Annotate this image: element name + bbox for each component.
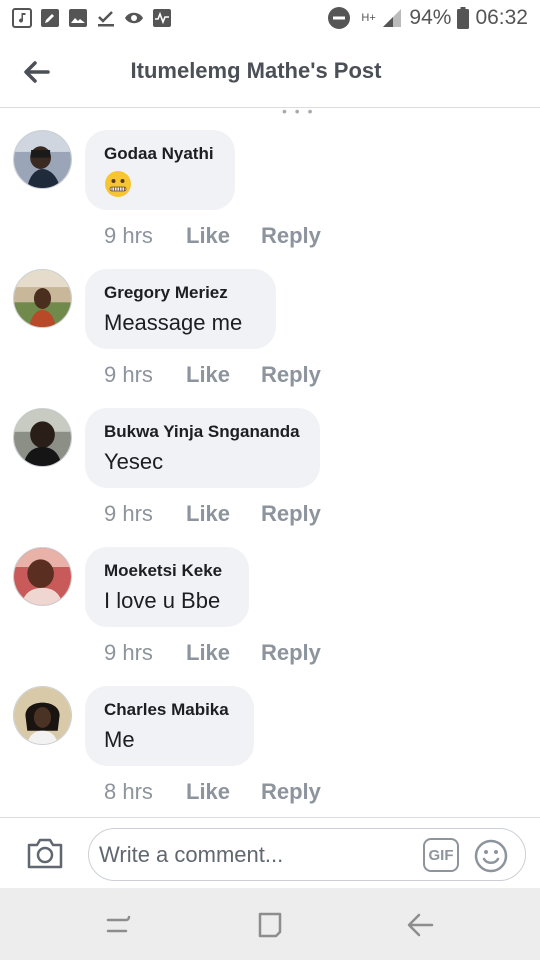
comment-bubble[interactable]: Moeketsi Keke I love u Bbe [85, 547, 249, 627]
avatar[interactable] [13, 130, 72, 189]
avatar-photo [14, 270, 71, 327]
comment-time[interactable]: 9 hrs [104, 362, 186, 388]
comment-bubble[interactable]: Bukwa Yinja Sngananda Yesec [85, 408, 320, 488]
avatar-photo [14, 409, 71, 466]
comment-item: Charles Mabika Me 8 hrs Like Reply [0, 665, 540, 804]
system-icons: H+ 94% 06:32 [327, 6, 528, 30]
comment-text: Me [104, 727, 135, 752]
comment-composer: GIF [0, 817, 540, 888]
avatar-photo [14, 548, 71, 605]
network-type: H+ [361, 11, 376, 24]
camera-icon[interactable] [26, 835, 64, 871]
do-not-disturb-icon [328, 7, 351, 29]
battery-icon [457, 7, 470, 29]
comment-item: Bukwa Yinja Sngananda Yesec 9 hrs Like R… [0, 387, 540, 526]
comment-item: Gregory Meriez Meassage me 9 hrs Like Re… [0, 248, 540, 387]
comment-actions: 9 hrs Like Reply [104, 500, 321, 528]
clock: 06:32 [475, 6, 528, 29]
comment-actions: 9 hrs Like Reply [104, 222, 321, 250]
like-button[interactable]: Like [186, 501, 261, 527]
avatar[interactable] [13, 408, 72, 467]
comment-item: Godaa Nyathi 9 hrs Like Reply [0, 109, 540, 248]
app-header: Itumelemg Mathe's Post [0, 38, 540, 108]
music-note-icon [12, 8, 32, 28]
download-done-icon [98, 11, 114, 27]
like-button[interactable]: Like [186, 223, 261, 249]
avatar[interactable] [13, 686, 72, 745]
edit-box-icon [41, 9, 59, 27]
comment-list: • • • Godaa Nyathi 9 hrs Like Reply Greg… [0, 109, 540, 817]
zipper-mouth-emoji-icon [105, 171, 131, 197]
comment-input[interactable] [99, 837, 399, 873]
comment-time[interactable]: 8 hrs [104, 779, 186, 805]
image-icon [69, 9, 87, 27]
like-button[interactable]: Like [186, 362, 261, 388]
signal-icon [383, 9, 402, 27]
comment-bubble[interactable]: Godaa Nyathi [85, 130, 235, 210]
status-bar: H+ 94% 06:32 [0, 0, 540, 38]
comment-author[interactable]: Bukwa Yinja Sngananda [104, 422, 300, 442]
reply-button[interactable]: Reply [261, 362, 321, 388]
reply-button[interactable]: Reply [261, 640, 321, 666]
gif-button[interactable]: GIF [423, 838, 459, 872]
comment-bubble[interactable]: Charles Mabika Me [85, 686, 254, 766]
avatar[interactable] [13, 269, 72, 328]
comment-author[interactable]: Moeketsi Keke [104, 561, 229, 581]
comment-actions: 8 hrs Like Reply [104, 778, 321, 806]
comment-text: I love u Bbe [104, 588, 221, 613]
comment-time[interactable]: 9 hrs [104, 223, 186, 249]
comment-actions: 9 hrs Like Reply [104, 639, 321, 667]
like-button[interactable]: Like [186, 779, 261, 805]
comment-time[interactable]: 9 hrs [104, 501, 186, 527]
back-nav-icon[interactable] [404, 910, 438, 940]
reply-button[interactable]: Reply [261, 501, 321, 527]
eye-icon [125, 12, 143, 24]
home-icon[interactable] [253, 910, 287, 940]
avatar-photo [14, 687, 71, 744]
comment-author[interactable]: Charles Mabika [104, 700, 234, 720]
reply-button[interactable]: Reply [261, 223, 321, 249]
battery-percent: 94% [409, 6, 452, 29]
comment-bubble[interactable]: Gregory Meriez Meassage me [85, 269, 276, 349]
comment-actions: 9 hrs Like Reply [104, 361, 321, 389]
comment-item: Moeketsi Keke I love u Bbe 9 hrs Like Re… [0, 526, 540, 665]
like-button[interactable]: Like [186, 640, 261, 666]
comment-time[interactable]: 9 hrs [104, 640, 186, 666]
comment-author[interactable]: Gregory Meriez [104, 283, 256, 303]
page-title-wrap: Itumelemg Mathe's Post [0, 58, 540, 84]
avatar[interactable] [13, 547, 72, 606]
recent-apps-icon[interactable] [102, 910, 136, 940]
comment-input-box[interactable]: GIF [88, 828, 526, 881]
comment-text: Yesec [104, 449, 164, 474]
comment-text: Meassage me [104, 310, 243, 335]
pulse-icon [153, 9, 171, 27]
page-title: Itumelemg Mathe's Post [130, 58, 382, 83]
notification-icons [12, 8, 172, 28]
emoji-picker-icon[interactable] [473, 838, 509, 874]
avatar-photo [14, 131, 71, 188]
reply-button[interactable]: Reply [261, 779, 321, 805]
comment-author[interactable]: Godaa Nyathi [104, 144, 215, 164]
system-navigation-bar [0, 888, 540, 960]
